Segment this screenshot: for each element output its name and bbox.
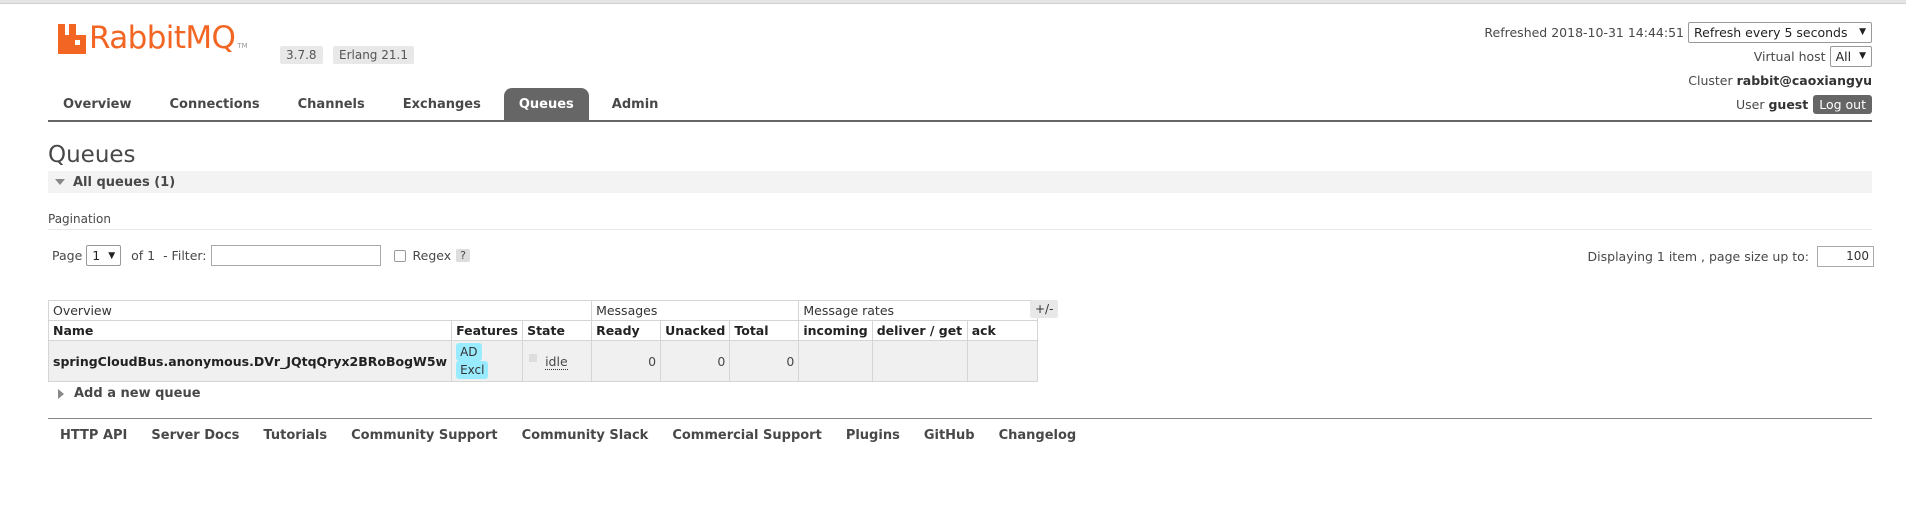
refresh-interval-select[interactable]: Refresh every 5 seconds ▼ — [1688, 21, 1872, 43]
regex-label: Regex — [412, 248, 452, 263]
footer-links: HTTP API Server Docs Tutorials Community… — [60, 428, 1100, 443]
footer-link-community-support[interactable]: Community Support — [351, 428, 498, 443]
filter-input[interactable] — [210, 245, 381, 266]
chevron-down-icon: ▼ — [108, 250, 116, 261]
display-count-label: Displaying 1 item , page size up to: — [1587, 249, 1809, 264]
rabbitmq-logo-icon — [58, 24, 86, 54]
group-overview: Overview — [47, 300, 593, 321]
pagination-heading: Pagination — [48, 212, 111, 226]
tab-admin[interactable]: Admin — [597, 88, 674, 121]
queue-state: idle — [522, 340, 593, 382]
column-state[interactable]: State — [522, 320, 593, 341]
user-label: User — [1735, 96, 1765, 112]
column-deliver-get[interactable]: deliver / get — [871, 320, 968, 341]
incoming-rate — [798, 340, 873, 382]
page-title: Queues — [48, 142, 136, 168]
tab-channels[interactable]: Channels — [283, 88, 380, 121]
queue-name-link[interactable]: springCloudBus.anonymous.DVr_JQtqQryx2BR… — [47, 340, 453, 382]
erlang-version-badge: Erlang 21.1 — [333, 46, 414, 64]
column-name[interactable]: Name — [47, 320, 453, 341]
table-row[interactable]: springCloudBus.anonymous.DVr_JQtqQryx2BR… — [47, 340, 1038, 382]
refreshed-label: Refreshed — [1484, 24, 1548, 40]
queue-features: ADExcl — [451, 340, 524, 382]
add-queue-section-toggle[interactable]: Add a new queue — [58, 386, 201, 401]
footer-link-github[interactable]: GitHub — [924, 428, 975, 443]
page-select[interactable]: 1 ▼ — [86, 245, 122, 266]
all-queues-section-toggle[interactable]: All queues (1) — [48, 171, 1872, 193]
unacked-count: 0 — [660, 340, 731, 382]
footer-link-commercial-support[interactable]: Commercial Support — [672, 428, 822, 443]
chevron-down-icon: ▼ — [1859, 51, 1866, 61]
cluster-name: rabbit@caoxiangyu — [1736, 72, 1872, 88]
rabbitmq-logo[interactable]: RabbitMQ TM — [58, 22, 248, 54]
column-features: Features — [451, 320, 524, 341]
column-ack[interactable]: ack — [966, 320, 1038, 341]
status-panel: Refreshed 2018-10-31 14:44:51 Refresh ev… — [1484, 20, 1872, 116]
page-select-value: 1 — [92, 248, 101, 263]
cluster-label: Cluster — [1688, 72, 1733, 88]
ready-count: 0 — [591, 340, 662, 382]
footer-divider — [48, 418, 1872, 419]
footer-link-server-docs[interactable]: Server Docs — [151, 428, 239, 443]
column-incoming[interactable]: incoming — [798, 320, 873, 341]
footer-link-plugins[interactable]: Plugins — [846, 428, 900, 443]
footer-link-http-api[interactable]: HTTP API — [60, 428, 127, 443]
column-ready[interactable]: Ready — [591, 320, 662, 341]
logo-trademark: TM — [237, 42, 248, 50]
ack-rate — [966, 340, 1038, 382]
vhost-select[interactable]: All ▼ — [1829, 45, 1872, 67]
column-options-button[interactable]: +/- — [1030, 300, 1059, 318]
refresh-interval-value: Refresh every 5 seconds — [1694, 24, 1848, 40]
display-info: Displaying 1 item , page size up to: 100 — [1588, 246, 1874, 267]
main-nav: Overview Connections Channels Exchanges … — [48, 88, 681, 121]
feature-badge-ad: AD — [456, 343, 482, 361]
user-name: guest — [1768, 96, 1809, 112]
footer-link-community-slack[interactable]: Community Slack — [522, 428, 649, 443]
page-size-input[interactable]: 100 — [1817, 246, 1874, 267]
group-messages: Messages — [591, 300, 800, 321]
group-message-rates: Message rates — [798, 300, 1038, 321]
column-unacked[interactable]: Unacked — [660, 320, 731, 341]
tab-connections[interactable]: Connections — [155, 88, 275, 121]
logo-text: RabbitMQ — [89, 20, 236, 56]
chevron-down-icon: ▼ — [1859, 27, 1866, 37]
page-label: Page — [52, 248, 83, 263]
vhost-value: All — [1835, 48, 1852, 64]
deliver-get-rate — [871, 340, 968, 382]
queues-table: Overview Messages Message rates Name Fea… — [47, 300, 1038, 382]
filter-label: - Filter: — [163, 248, 207, 263]
all-queues-heading: All queues (1) — [73, 174, 176, 190]
page-count: of 1 — [131, 248, 156, 263]
pagination-divider — [48, 229, 1872, 230]
footer-link-changelog[interactable]: Changelog — [999, 428, 1077, 443]
add-queue-heading: Add a new queue — [74, 386, 201, 401]
tab-exchanges[interactable]: Exchanges — [388, 88, 496, 121]
collapse-triangle-icon — [55, 179, 65, 185]
column-total[interactable]: Total — [729, 320, 800, 341]
refreshed-time: 2018-10-31 14:44:51 — [1551, 24, 1684, 40]
top-border — [0, 0, 1906, 4]
logout-button[interactable]: Log out — [1813, 94, 1872, 114]
nav-divider — [48, 120, 1872, 122]
footer-link-tutorials[interactable]: Tutorials — [263, 428, 327, 443]
state-indicator-icon — [529, 353, 538, 362]
expand-triangle-icon — [58, 388, 64, 399]
state-label: idle — [545, 353, 568, 370]
tab-queues[interactable]: Queues — [503, 88, 589, 121]
pagination-controls: Page 1 ▼ of 1 - Filter: Regex ? — [52, 245, 470, 266]
total-count: 0 — [729, 340, 800, 382]
feature-badge-excl: Excl — [456, 361, 489, 379]
vhost-label: Virtual host — [1753, 48, 1826, 64]
tab-overview[interactable]: Overview — [48, 88, 147, 121]
regex-checkbox[interactable] — [393, 249, 406, 262]
rabbitmq-version-badge: 3.7.8 — [280, 46, 323, 64]
regex-help-button[interactable]: ? — [456, 249, 470, 262]
